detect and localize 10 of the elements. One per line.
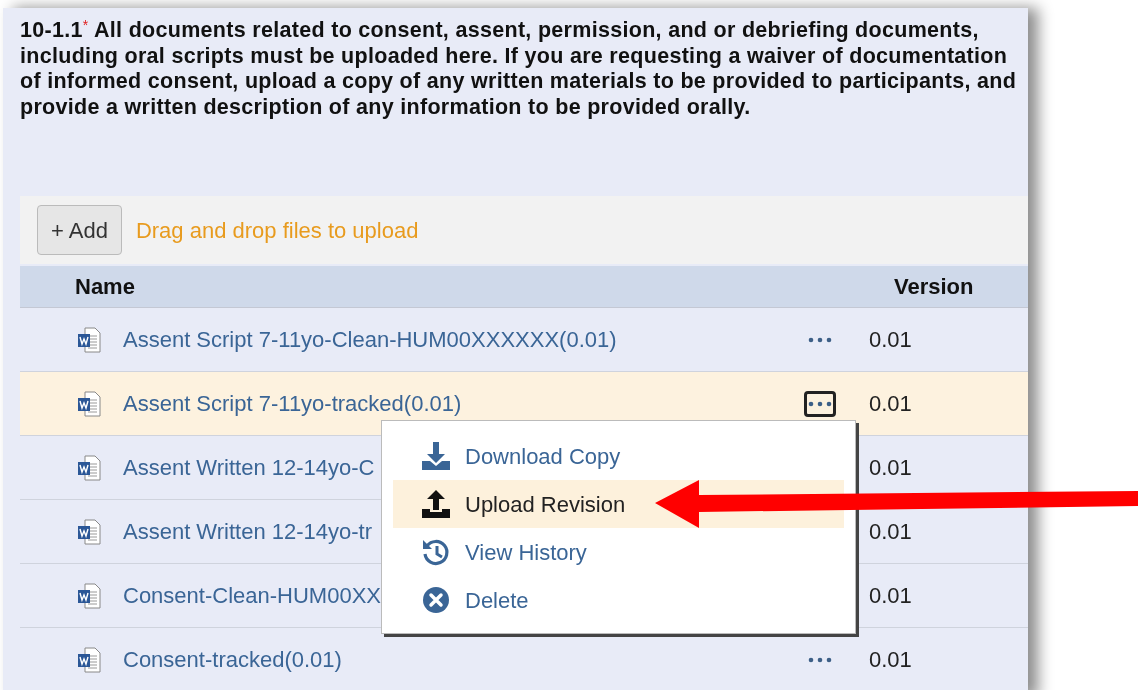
column-header: Name xyxy=(75,273,136,301)
drop-hint: Drag and drop files to upload xyxy=(135,216,419,245)
version-cell-text: 0.01 xyxy=(869,646,912,674)
version-cell-text: 0.01 xyxy=(869,326,912,354)
column-header: Version xyxy=(894,273,974,301)
version-cell-text: 0.01 xyxy=(869,454,912,482)
version-cell-text: 0.01 xyxy=(869,390,912,418)
version-cell-text: 0.01 xyxy=(869,582,912,610)
version-cell-text: 0.01 xyxy=(869,518,912,546)
question-text: 10-1.1$^{*}$ All documents related to consent, assent, permission, and or debriefing documents, including oral scripts must be uploaded here. If you are requesting a waiver of documentation of informed consent, upload a copy of any written materials to be provided to participants, and provide a written description of any information to be provided orally. xyxy=(20,16,1018,121)
